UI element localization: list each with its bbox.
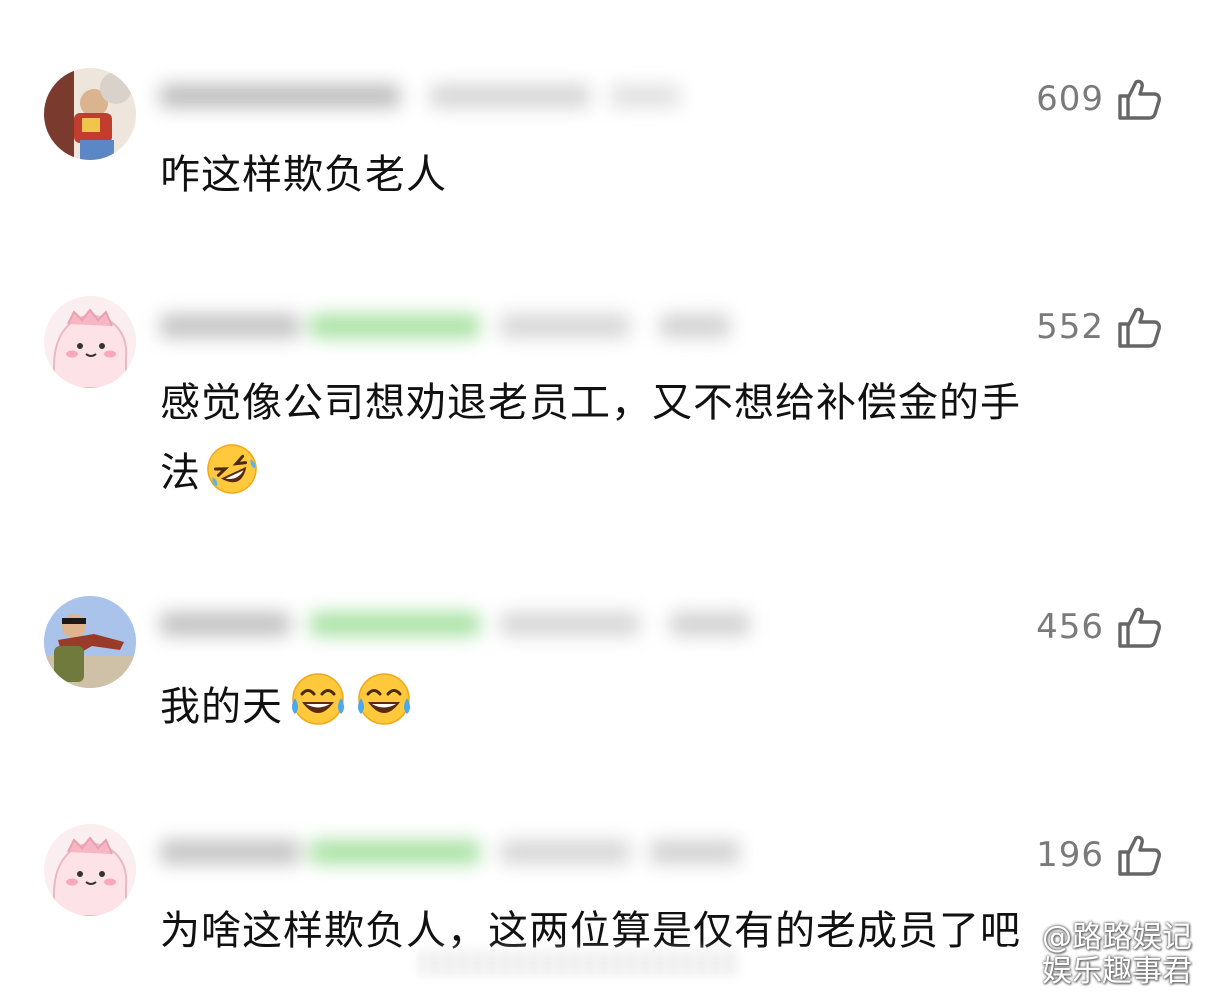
thumbs-up-icon xyxy=(1116,604,1162,650)
like-count: 609 xyxy=(1036,79,1104,119)
like-count: 456 xyxy=(1036,607,1104,647)
comment-text-content: 我的天 xyxy=(160,684,283,730)
like-button[interactable]: 609 xyxy=(1036,76,1162,122)
watermark-line2: 娱乐趣事君 xyxy=(1042,954,1192,989)
watermark: @路路娱记 娱乐趣事君 xyxy=(976,920,1192,989)
username-blurred xyxy=(150,76,690,116)
thumbs-up-icon xyxy=(1116,76,1162,122)
avatar[interactable] xyxy=(44,296,136,388)
avatar[interactable] xyxy=(44,824,136,916)
like-button[interactable]: 456 xyxy=(1036,604,1162,650)
like-button[interactable]: 196 xyxy=(1036,832,1162,878)
watermark-line1: @路路娱记 xyxy=(1042,920,1192,955)
username-blurred xyxy=(150,604,770,644)
thumbs-up-icon xyxy=(1116,304,1162,350)
avatar[interactable] xyxy=(44,68,136,160)
blurred-bar xyxy=(420,950,740,976)
comment-text: 感觉像公司想劝退老员工，又不想给补偿金的手 法 xyxy=(160,368,1162,518)
rofl-emoji xyxy=(205,442,259,518)
comment-text: 我的天 xyxy=(160,668,1162,752)
comment-text-line2: 法 xyxy=(160,450,201,496)
username-blurred xyxy=(150,306,750,346)
like-button[interactable]: 552 xyxy=(1036,304,1162,350)
username-blurred xyxy=(150,832,770,872)
comment-text: 咋这样欺负老人 xyxy=(160,152,447,198)
thumbs-up-icon xyxy=(1116,832,1162,878)
tears-of-joy-emoji xyxy=(353,668,415,752)
tears-of-joy-emoji xyxy=(287,668,349,752)
like-count: 196 xyxy=(1036,835,1104,875)
like-count: 552 xyxy=(1036,307,1104,347)
avatar[interactable] xyxy=(44,596,136,688)
comment-text-line: 法 xyxy=(160,438,1162,518)
comment-text-line: 感觉像公司想劝退老员工，又不想给补偿金的手 xyxy=(160,380,1021,426)
weibo-logo-icon xyxy=(974,941,1024,985)
